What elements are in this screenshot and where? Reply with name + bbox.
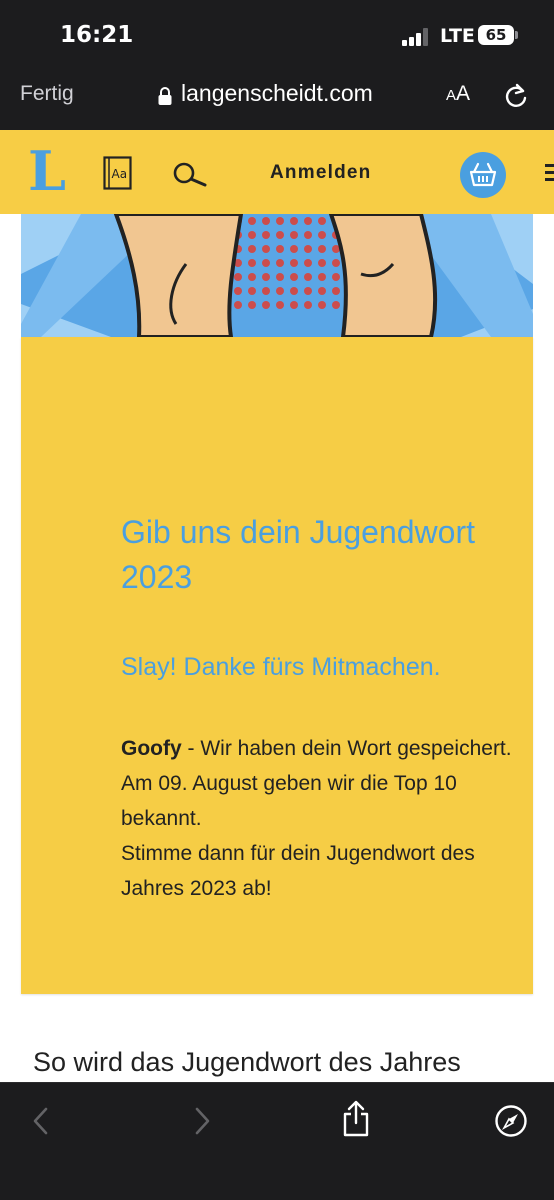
saved-line: Goofy - Wir haben dein Wort gespeichert.: [121, 731, 521, 766]
vote-line: Stimme dann für dein Jugendwort des Jahr…: [121, 842, 475, 900]
browser-toolbar: [0, 1082, 554, 1200]
browser-url-bar: Fertig langenscheidt.com AA: [0, 68, 554, 130]
battery-level: 65: [485, 26, 507, 44]
text-size-button[interactable]: AA: [446, 82, 470, 106]
reload-icon[interactable]: [503, 82, 529, 110]
card-subtitle: Slay! Danke fürs Mitmachen.: [121, 653, 441, 681]
langenscheidt-logo[interactable]: L: [26, 144, 72, 198]
search-icon[interactable]: [172, 160, 208, 188]
section-heading: So wird das Jugendwort des Jahres: [33, 1047, 461, 1077]
forward-icon[interactable]: [191, 1106, 213, 1136]
dictionary-icon[interactable]: Aa: [103, 156, 133, 190]
signal-icon: [402, 28, 434, 46]
text-size-small: A: [446, 87, 457, 104]
dictionary-icon-label: Aa: [112, 167, 128, 181]
menu-icon[interactable]: [545, 160, 554, 184]
hero-illustration: [21, 214, 533, 337]
basket-button[interactable]: [460, 152, 506, 198]
card-message: Goofy - Wir haben dein Wort gespeichert.…: [121, 731, 521, 906]
logo-letter: L: [28, 144, 66, 198]
text-size-large: A: [456, 82, 471, 105]
login-link[interactable]: Anmelden: [270, 162, 371, 184]
status-time: 16:21: [60, 22, 134, 48]
url-field[interactable]: langenscheidt.com: [181, 80, 373, 107]
basket-icon: [469, 162, 497, 187]
card-title: Gib uns dein Jugendwort 2023: [121, 514, 475, 595]
hero-image: [21, 214, 533, 337]
announcement-line: Am 09. August geben wir die Top 10 bekan…: [121, 772, 457, 830]
submitted-word: Goofy: [121, 737, 182, 760]
battery-icon: 65: [478, 25, 518, 45]
done-button[interactable]: Fertig: [20, 82, 74, 106]
share-icon[interactable]: [341, 1100, 371, 1138]
status-bar: 16:21 LTE 65: [0, 0, 554, 68]
lock-icon: [158, 87, 172, 105]
saved-text: - Wir haben dein Wort gespeichert.: [181, 737, 512, 760]
back-icon[interactable]: [30, 1106, 52, 1136]
compass-icon[interactable]: [494, 1104, 528, 1138]
network-type: LTE: [440, 25, 475, 47]
